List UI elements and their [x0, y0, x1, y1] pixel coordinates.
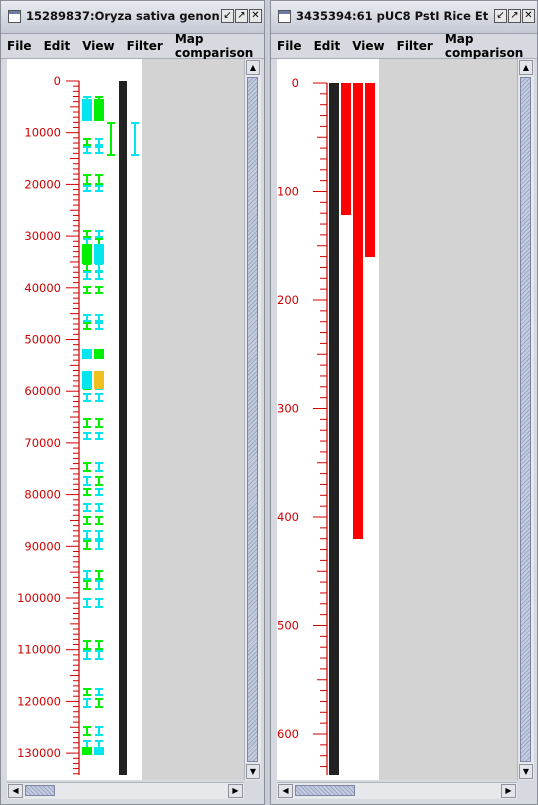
gene-block	[82, 99, 92, 121]
menu-file[interactable]: File	[271, 39, 308, 53]
menu-view[interactable]: View	[76, 39, 120, 53]
map-window-est: 3435394:61 pUC8 PstI Rice Et ↙ ↗ ✕ File …	[270, 0, 538, 805]
map-axis-tick-label: 600	[277, 727, 299, 741]
map-axis-tick-label: 500	[277, 619, 299, 633]
genomic-map-svg: 0 10000 20000 30000 40000 50000 60000 70000 8000…	[17, 74, 139, 775]
map-axis-tick-label: 20000	[24, 177, 61, 191]
sequence-bar	[329, 83, 339, 775]
map-axis-tick-label: 60000	[24, 384, 61, 398]
scroll-up-icon[interactable]: ▲	[519, 60, 533, 75]
menu-bar: File Edit View Filter Map comparison	[1, 32, 264, 60]
map-panel: 0 10000 20000 30000 40000 50000 60000 70000 8000…	[7, 59, 142, 780]
close-icon[interactable]: ✕	[522, 9, 535, 23]
map-axis-tick-label: 40000	[24, 281, 61, 295]
map-window-genomic: 15289837:Oryza sativa genon ↙ ↗ ✕ File E…	[0, 0, 265, 805]
gene-block	[94, 747, 104, 755]
est-feature	[341, 83, 351, 215]
map-panel: 0 100 200 300 400 500 600	[277, 59, 379, 780]
gene-block	[82, 371, 92, 389]
menu-map-comparison[interactable]: Map comparison	[169, 32, 264, 60]
scroll-down-icon[interactable]: ▼	[519, 764, 533, 779]
vertical-scroll-thumb[interactable]	[247, 77, 258, 762]
gene-block	[94, 371, 104, 389]
vertical-scrollbar[interactable]: ▲ ▼	[517, 59, 534, 780]
gene-block	[94, 99, 104, 121]
scroll-left-icon[interactable]: ◀	[8, 784, 23, 798]
vertical-scroll-thumb[interactable]	[520, 77, 531, 762]
menu-file[interactable]: File	[1, 39, 38, 53]
menu-edit[interactable]: Edit	[308, 39, 347, 53]
est-feature	[353, 83, 363, 539]
map-canvas[interactable]: 0 10000 20000 30000 40000 50000 60000 70000 8000…	[7, 59, 244, 780]
map-axis-tick-label: 120000	[17, 694, 61, 708]
menu-filter[interactable]: Filter	[391, 39, 439, 53]
map-axis-tick-label: 50000	[24, 333, 61, 347]
gene-block	[82, 349, 92, 359]
map-axis-tick-label: 100	[277, 185, 299, 199]
close-icon[interactable]: ✕	[249, 9, 262, 23]
vertical-scrollbar[interactable]: ▲ ▼	[244, 59, 261, 780]
horizontal-scrollbar[interactable]: ◀ ▶	[7, 782, 244, 799]
gene-block	[94, 244, 104, 264]
menu-map-comparison[interactable]: Map comparison	[439, 32, 537, 60]
maximize-icon[interactable]: ↗	[235, 9, 248, 23]
est-feature	[365, 83, 375, 257]
menu-edit[interactable]: Edit	[38, 39, 77, 53]
gene-block	[94, 349, 104, 359]
map-axis-tick-label: 80000	[24, 488, 61, 502]
scroll-right-icon[interactable]: ▶	[501, 784, 516, 798]
map-axis-tick-label: 30000	[24, 229, 61, 243]
horizontal-scroll-thumb[interactable]	[25, 785, 55, 796]
map-axis-tick-label: 200	[277, 293, 299, 307]
window-title-bar[interactable]: 15289837:Oryza sativa genon ↙ ↗ ✕	[1, 1, 264, 34]
map-axis-tick-label: 110000	[17, 643, 61, 657]
map-axis-tick-label: 70000	[24, 436, 61, 450]
window-title-bar[interactable]: 3435394:61 pUC8 PstI Rice Et ↙ ↗ ✕	[271, 1, 537, 34]
gene-block	[82, 747, 92, 755]
maximize-icon[interactable]: ↗	[508, 9, 521, 23]
menu-bar: File Edit View Filter Map comparison	[271, 32, 537, 60]
horizontal-scrollbar[interactable]: ◀ ▶	[277, 782, 517, 799]
map-axis-tick-label: 0	[292, 76, 299, 90]
map-axis-tick-label: 10000	[24, 126, 61, 140]
horizontal-scroll-thumb[interactable]	[295, 785, 355, 796]
map-canvas[interactable]: 0 100 200 300 400 500 600	[277, 59, 517, 780]
map-axis-tick-label: 100000	[17, 591, 61, 605]
map-axis-tick-label: 300	[277, 402, 299, 416]
map-axis-tick-label: 0	[54, 74, 61, 88]
scroll-right-icon[interactable]: ▶	[228, 784, 243, 798]
scroll-left-icon[interactable]: ◀	[278, 784, 293, 798]
map-axis-tick-label: 400	[277, 510, 299, 524]
map-axis-tick-label: 130000	[17, 746, 61, 760]
gene-block	[82, 244, 92, 264]
window-icon	[8, 10, 21, 23]
scroll-down-icon[interactable]: ▼	[246, 764, 260, 779]
window-title: 3435394:61 pUC8 PstI Rice Et	[296, 9, 489, 23]
map-axis-tick-label: 90000	[24, 539, 61, 553]
window-icon	[278, 10, 291, 23]
minimize-icon[interactable]: ↙	[221, 9, 234, 23]
menu-view[interactable]: View	[346, 39, 390, 53]
menu-filter[interactable]: Filter	[121, 39, 169, 53]
est-map-svg: 0 100 200 300 400 500 600	[277, 76, 375, 775]
sequence-bar	[119, 81, 127, 775]
minimize-icon[interactable]: ↙	[494, 9, 507, 23]
window-title: 15289837:Oryza sativa genon	[26, 9, 220, 23]
scroll-up-icon[interactable]: ▲	[246, 60, 260, 75]
